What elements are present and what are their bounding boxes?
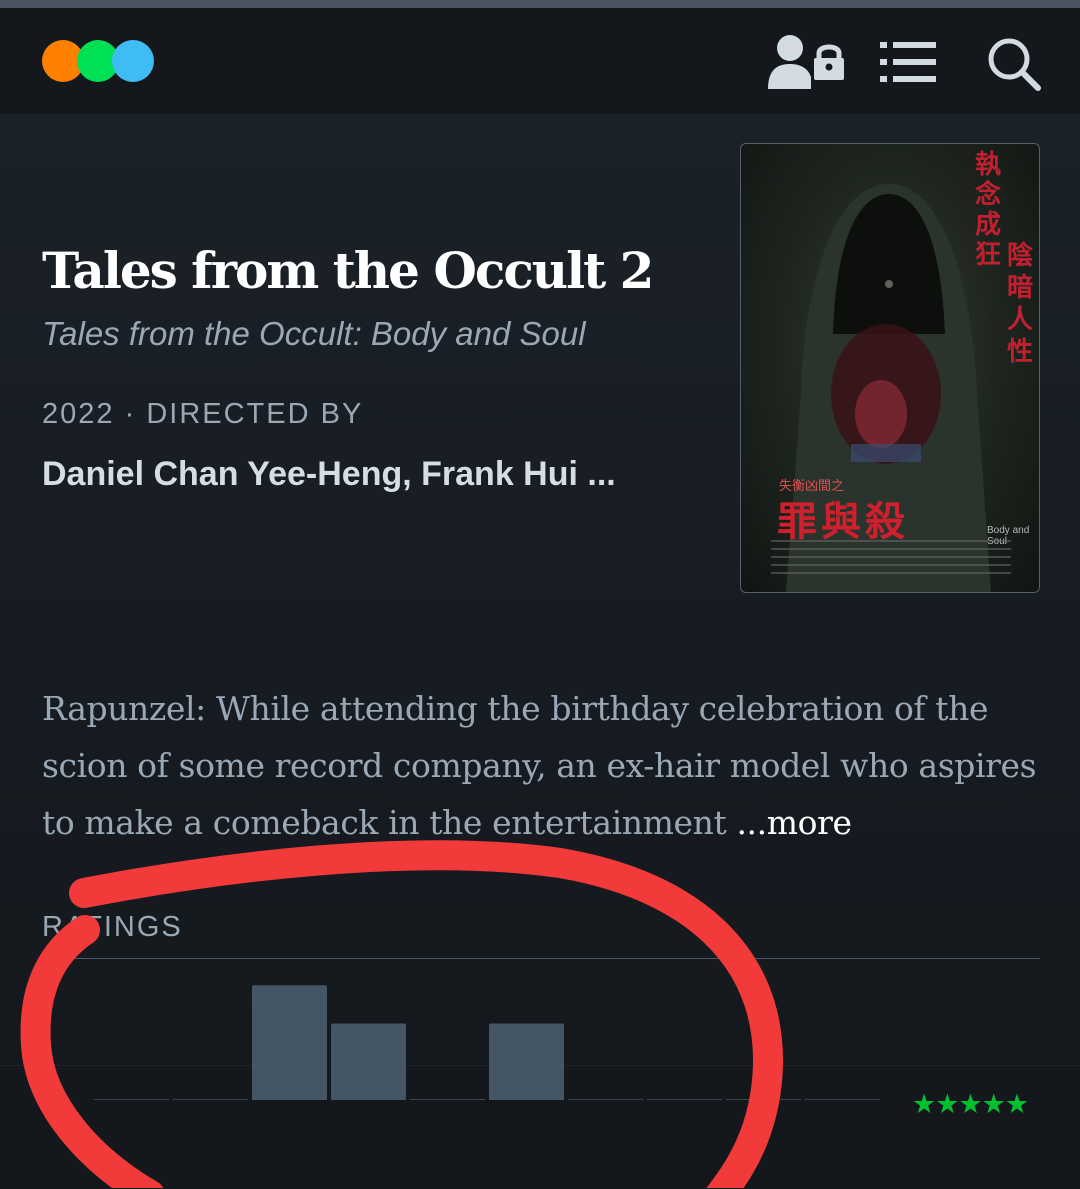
top-navigation-bar [0, 8, 1080, 115]
film-synopsis: Rapunzel: While attending the birthday c… [42, 680, 1042, 851]
five-star-marker: ★★★★★ [912, 1089, 1029, 1119]
ratings-divider [42, 958, 1040, 959]
film-title[interactable]: Tales from the Occult 2 [42, 241, 654, 300]
histogram-bar-4[interactable] [331, 1023, 406, 1101]
logo-dot-blue [112, 40, 154, 82]
letterboxd-logo[interactable] [42, 40, 154, 82]
histogram-baseline-7 [568, 1099, 643, 1100]
film-meta-line: 2022 · DIRECTED BY [42, 398, 363, 431]
account-lock-icon[interactable] [766, 33, 846, 91]
histogram-baseline-5 [410, 1099, 485, 1100]
ratings-histogram[interactable] [94, 985, 882, 1115]
histogram-baseline-2 [173, 1099, 248, 1100]
meta-separator: · [124, 398, 137, 430]
original-title: Tales from the Occult: Body and Soul [42, 315, 586, 352]
menu-list-icon[interactable] [880, 42, 938, 82]
ratings-heading: RATINGS [42, 911, 183, 943]
film-poster[interactable]: 執念成狂 陰暗人性 失衡凶間之 罪與殺 Body and Soul [740, 143, 1040, 593]
directors-link[interactable]: Daniel Chan Yee-Heng, Frank Hui ... [42, 455, 616, 494]
film-page-content: Tales from the Occult 2 Tales from the O… [0, 115, 1080, 1189]
histogram-baseline-1 [94, 1099, 169, 1100]
directed-by-label: DIRECTED BY [146, 398, 364, 430]
histogram-baseline-9 [726, 1099, 801, 1100]
histogram-bar-6[interactable] [489, 1023, 564, 1101]
poster-tagline-vertical-2: 陰暗人性 [1007, 241, 1034, 367]
histogram-baseline-8 [647, 1099, 722, 1100]
histogram-baseline-10 [805, 1099, 880, 1100]
poster-title-cn: 罪與殺 [777, 498, 909, 545]
search-icon[interactable] [986, 36, 1042, 92]
poster-tagline-vertical-1: 執念成狂 [975, 150, 1002, 270]
synopsis-more-link[interactable]: ...more [736, 803, 852, 842]
histogram-bar-3[interactable] [252, 985, 327, 1100]
one-star-marker: ★ [42, 1090, 69, 1123]
poster-credits-block [771, 540, 1011, 574]
release-year[interactable]: 2022 [42, 398, 115, 430]
synopsis-text: Rapunzel: While attending the birthday c… [42, 689, 1037, 842]
top-accent-strip [0, 0, 1080, 8]
